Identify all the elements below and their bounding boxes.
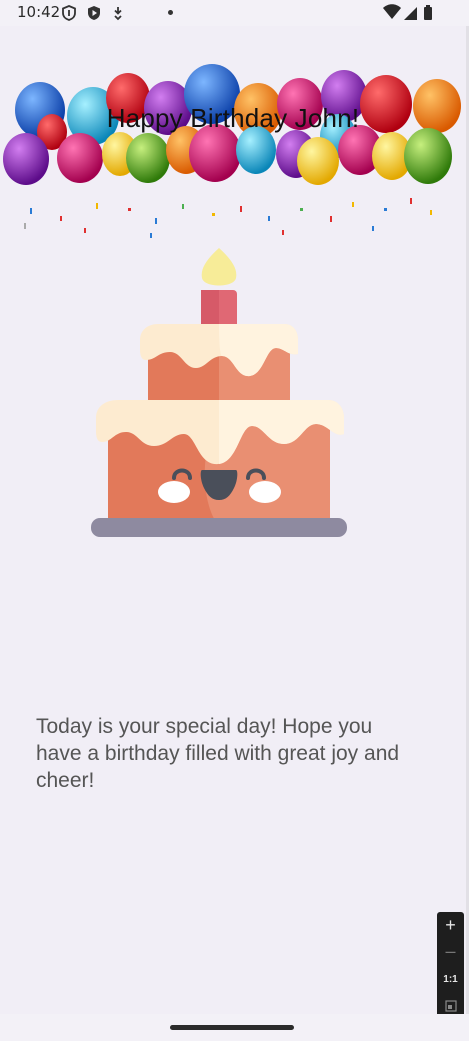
candle-flame-icon xyxy=(201,248,237,286)
wifi-icon xyxy=(383,4,401,19)
birthday-message: Today is your special day! Hope you have… xyxy=(36,715,400,792)
cell-signal-icon xyxy=(404,7,417,20)
fit-screen-icon xyxy=(444,1000,457,1012)
zoom-in-button[interactable]: + xyxy=(437,915,464,936)
zoom-controls: + – 1:1 xyxy=(437,912,464,1019)
battery-icon xyxy=(424,5,432,20)
status-time: 10:42 xyxy=(17,3,61,21)
balloon-banner-image xyxy=(3,64,461,238)
play-store-icon xyxy=(88,6,100,20)
notification-dot xyxy=(168,10,173,15)
cake-top-tier xyxy=(140,324,298,404)
cake-face xyxy=(158,468,281,503)
cake-bottom-tier xyxy=(96,400,344,526)
page-title: Happy Birthday John! xyxy=(106,103,360,133)
home-gesture-bar[interactable] xyxy=(170,1025,294,1030)
shield-icon xyxy=(62,5,76,21)
zoom-reset-button[interactable]: 1:1 xyxy=(437,974,464,985)
download-icon xyxy=(114,7,122,21)
birthday-cake-illustration xyxy=(91,248,347,537)
confetti xyxy=(24,198,432,238)
zoom-out-button[interactable]: – xyxy=(437,941,464,962)
status-icons-left xyxy=(62,5,122,21)
navigation-bar xyxy=(0,1014,469,1041)
cake-plate xyxy=(91,518,347,537)
status-bar: 10:42 xyxy=(0,0,469,26)
status-icons-right xyxy=(383,4,432,20)
